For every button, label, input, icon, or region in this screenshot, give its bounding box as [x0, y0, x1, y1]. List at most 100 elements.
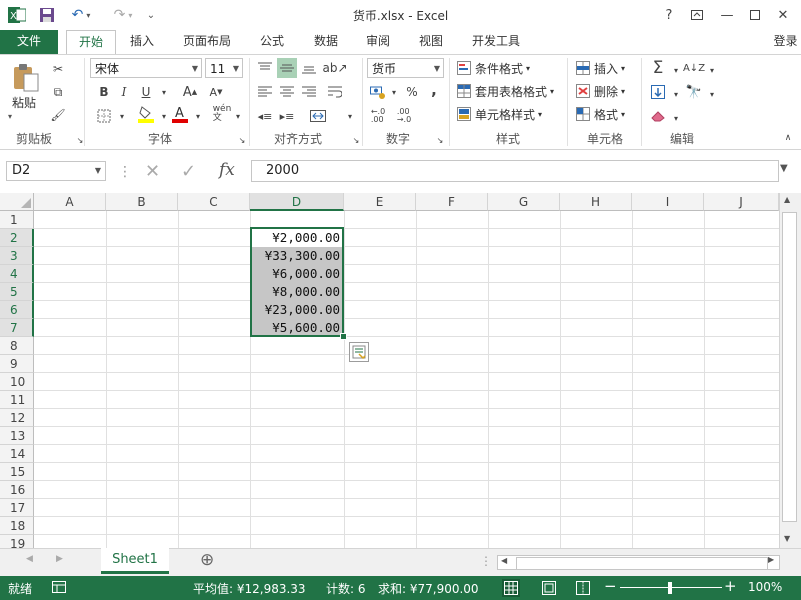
name-box[interactable]: D2 ▼ [6, 161, 106, 181]
enter-icon[interactable]: ✓ [181, 161, 196, 182]
zoom-level[interactable]: 100% [748, 580, 782, 594]
fill-color-icon[interactable] [136, 104, 156, 124]
wrap-text-icon[interactable] [325, 82, 345, 102]
maximize-icon[interactable] [744, 4, 766, 26]
column-header-h[interactable]: H [560, 193, 632, 211]
clear-icon[interactable] [648, 106, 668, 126]
sort-filter-dropdown-icon[interactable]: ▾ [702, 60, 722, 80]
font-color-dropdown-icon[interactable]: ▾ [188, 106, 208, 126]
accounting-dropdown-icon[interactable]: ▾ [384, 82, 404, 102]
percent-button[interactable]: % [402, 82, 422, 102]
tab-review[interactable]: 审阅 [358, 30, 398, 54]
row-header-15[interactable]: 15 [0, 463, 34, 481]
new-sheet-button[interactable]: ⊕ [200, 550, 214, 570]
fill-handle[interactable] [340, 333, 347, 340]
column-header-d[interactable]: D [250, 193, 344, 211]
tab-home[interactable]: 开始 [66, 30, 116, 55]
column-header-e[interactable]: E [344, 193, 416, 211]
close-icon[interactable]: ✕ [772, 4, 794, 26]
zoom-out-button[interactable]: − [604, 577, 617, 595]
clipboard-launcher-icon[interactable]: ↘ [70, 130, 90, 150]
bold-button[interactable]: B [94, 82, 114, 102]
paste-icon[interactable] [10, 62, 44, 94]
sort-filter-icon[interactable]: A↓Z [683, 58, 705, 78]
merge-dropdown-icon[interactable]: ▾ [340, 106, 360, 126]
comma-button[interactable]: , [424, 80, 444, 100]
ribbon-display-icon[interactable] [686, 4, 708, 26]
row-header-18[interactable]: 18 [0, 517, 34, 535]
align-center-icon[interactable] [277, 82, 297, 102]
column-header-j[interactable]: J [704, 193, 779, 211]
vertical-scroll-thumb[interactable] [782, 212, 797, 522]
select-all-corner[interactable] [0, 193, 34, 211]
tab-developer[interactable]: 开发工具 [464, 30, 528, 54]
increase-decimal-icon[interactable]: ←.0.00 [368, 106, 388, 126]
row-header-9[interactable]: 9 [0, 355, 34, 373]
horizontal-scrollbar[interactable]: ◀ [497, 555, 780, 570]
tab-view[interactable]: 视图 [411, 30, 451, 54]
scroll-left-icon[interactable]: ◀ [501, 556, 507, 565]
borders-icon[interactable] [94, 106, 114, 126]
decrease-indent-icon[interactable]: ◂≡ [255, 106, 275, 126]
scroll-right-icon[interactable]: ▶ [768, 555, 774, 564]
paste-button[interactable]: 粘贴 [12, 94, 36, 111]
signin-link[interactable]: 登录 [770, 30, 801, 54]
decrease-decimal-icon[interactable]: .00 →.0 [394, 106, 414, 126]
row-header-17[interactable]: 17 [0, 499, 34, 517]
font-color-icon[interactable]: A [170, 104, 190, 124]
expand-formula-bar-icon[interactable]: ▼ [780, 163, 788, 174]
tab-page-layout[interactable]: 页面布局 [176, 30, 238, 54]
column-header-c[interactable]: C [178, 193, 250, 211]
row-header-2[interactable]: 2 [0, 229, 34, 247]
tab-formulas[interactable]: 公式 [252, 30, 292, 54]
quick-analysis-icon[interactable] [349, 342, 369, 362]
sheet-tab-sheet1[interactable]: Sheet1 [101, 548, 169, 574]
cancel-icon[interactable]: ✕ [145, 161, 160, 182]
row-header-14[interactable]: 14 [0, 445, 34, 463]
column-header-i[interactable]: I [632, 193, 704, 211]
find-select-icon[interactable]: 🔭 [684, 82, 704, 102]
column-header-f[interactable]: F [416, 193, 488, 211]
merge-center-icon[interactable] [308, 106, 328, 126]
zoom-in-button[interactable]: + [724, 577, 737, 595]
worksheet-grid[interactable]: A B C D E F G H I J 1 2 3 4 5 6 7 8 9 10… [0, 193, 779, 548]
row-header-11[interactable]: 11 [0, 391, 34, 409]
row-header-5[interactable]: 5 [0, 283, 34, 301]
fill-down-icon[interactable] [648, 82, 668, 102]
formula-input[interactable]: 2000 [251, 160, 779, 182]
row-header-7[interactable]: 7 [0, 319, 34, 337]
sheet-prev-icon[interactable]: ◀ [26, 554, 33, 564]
cell-styles-button[interactable]: 单元格样式 ▾ [456, 106, 542, 123]
align-right-icon[interactable] [299, 82, 319, 102]
tab-data[interactable]: 数据 [306, 30, 346, 54]
minimize-icon[interactable]: — [716, 4, 738, 26]
orientation-icon[interactable]: ab↗ [322, 58, 347, 78]
align-left-icon[interactable] [255, 82, 275, 102]
number-launcher-icon[interactable]: ↘ [430, 130, 450, 150]
tab-split-icon[interactable]: ⋮ [480, 554, 492, 568]
align-top-icon[interactable] [255, 58, 275, 78]
column-header-b[interactable]: B [106, 193, 178, 211]
tab-insert[interactable]: 插入 [122, 30, 162, 54]
row-header-19[interactable]: 19 [0, 535, 34, 548]
clear-dropdown-icon[interactable]: ▾ [666, 108, 686, 128]
paste-dropdown-icon[interactable]: ▾ [8, 112, 12, 121]
row-header-10[interactable]: 10 [0, 373, 34, 391]
row-header-1[interactable]: 1 [0, 211, 34, 229]
page-layout-view-icon[interactable] [542, 581, 556, 598]
borders-dropdown-icon[interactable]: ▾ [112, 106, 132, 126]
number-format-select[interactable]: 货币 ▼ [367, 58, 444, 78]
phonetic-dropdown-icon[interactable]: ▾ [228, 106, 248, 126]
conditional-formatting-button[interactable]: 条件格式 ▾ [456, 60, 530, 77]
row-header-6[interactable]: 6 [0, 301, 34, 319]
copy-icon[interactable]: ⧉ [48, 82, 68, 102]
cut-icon[interactable]: ✂ [48, 59, 68, 79]
tab-file[interactable]: 文件 [0, 30, 58, 54]
decrease-font-icon[interactable]: A ▼ [206, 82, 226, 102]
help-button[interactable]: ? [658, 4, 680, 26]
italic-button[interactable]: I [114, 82, 134, 102]
scroll-up-icon[interactable]: ▲ [784, 195, 790, 204]
underline-button[interactable]: U [136, 82, 156, 102]
insert-cells-button[interactable]: 插入 ▾ [575, 60, 625, 77]
normal-view-icon[interactable] [502, 579, 520, 597]
